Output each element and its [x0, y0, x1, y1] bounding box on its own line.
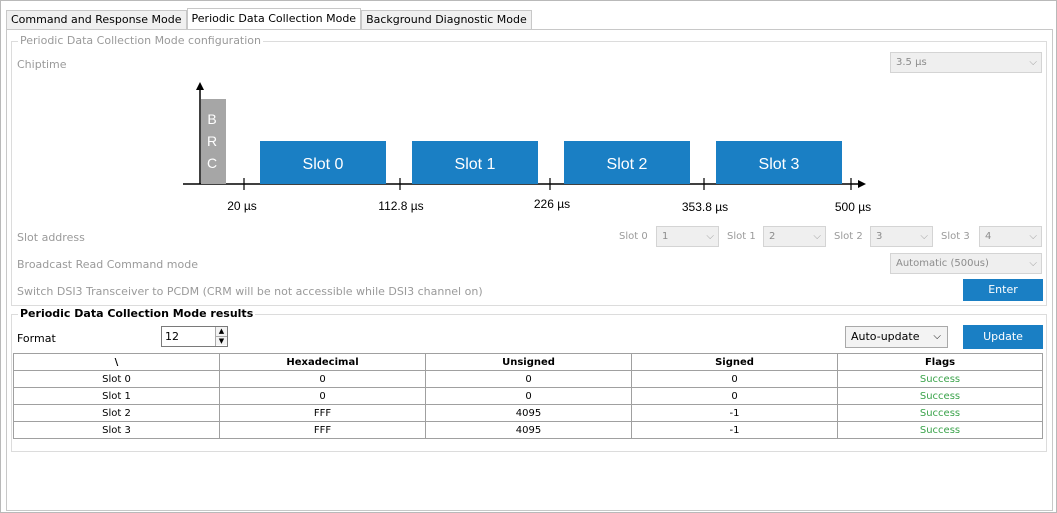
tick-label: 112.8 µs: [378, 199, 423, 213]
table-cell: -1: [631, 421, 838, 439]
table-cell: 0: [425, 387, 632, 405]
slot-bar-label: Slot 3: [759, 156, 800, 173]
chevron-down-icon: ⌵: [706, 231, 714, 242]
table-row[interactable]: Slot 0 0 0 0 Success: [13, 370, 1043, 388]
table-cell: 0: [219, 370, 426, 388]
table-header-row: \ Hexadecimal Unsigned Signed Flags: [13, 353, 1043, 371]
brc-letter: C: [207, 155, 217, 171]
tick-label: 500 µs: [835, 200, 871, 214]
table-row[interactable]: Slot 3 FFF 4095 -1 Success: [13, 421, 1043, 439]
status-flag: Success: [837, 421, 1043, 439]
status-flag: Success: [837, 387, 1043, 405]
slot-bar-label: Slot 1: [455, 156, 496, 173]
column-header: Hexadecimal: [219, 353, 426, 371]
slot-2-select[interactable]: 3 ⌵: [870, 226, 933, 247]
status-flag: Success: [837, 370, 1043, 388]
slot-3-value: 4: [985, 231, 992, 242]
tick-label: 20 µs: [227, 199, 257, 213]
enter-button[interactable]: Enter: [963, 279, 1043, 301]
chevron-down-icon: ⌵: [1029, 57, 1037, 68]
update-button[interactable]: Update: [963, 325, 1043, 349]
tab-background-diagnostic[interactable]: Background Diagnostic Mode: [361, 10, 532, 29]
results-table: \ Hexadecimal Unsigned Signed Flags Slot…: [13, 353, 1043, 439]
table-cell: 0: [631, 370, 838, 388]
slot-address-label: Slot address: [17, 231, 85, 244]
slot-bar-label: Slot 2: [607, 156, 648, 173]
slot-3-label: Slot 3: [941, 231, 970, 242]
column-header: Unsigned: [425, 353, 632, 371]
slot-0-select[interactable]: 1 ⌵: [656, 226, 719, 247]
tick-label: 226 µs: [534, 197, 570, 211]
slot-2-label: Slot 2: [834, 231, 863, 242]
table-cell: 0: [425, 370, 632, 388]
chiptime-select[interactable]: 3.5 µs ⌵: [890, 52, 1042, 73]
column-header: Signed: [631, 353, 838, 371]
slot-3-select[interactable]: 4 ⌵: [979, 226, 1042, 247]
format-spinbox[interactable]: 12 ▲ ▼: [161, 326, 228, 347]
tick-label: 353.8 µs: [682, 200, 728, 214]
update-mode-value: Auto-update: [851, 330, 920, 343]
update-mode-select[interactable]: Auto-update ⌵: [845, 326, 948, 348]
table-cell: 4095: [425, 421, 632, 439]
table-cell: Slot 0: [13, 370, 220, 388]
table-cell: FFF: [219, 404, 426, 422]
table-cell: 0: [631, 387, 838, 405]
table-cell: Slot 3: [13, 421, 220, 439]
spin-down-icon[interactable]: ▼: [216, 336, 227, 345]
slot-1-label: Slot 1: [727, 231, 756, 242]
slot-2-value: 3: [876, 231, 883, 242]
brc-mode-value: Automatic (500us): [896, 258, 989, 269]
format-value: 12: [165, 330, 179, 343]
chevron-down-icon: ⌵: [933, 331, 941, 342]
slot-bar-label: Slot 0: [303, 156, 344, 173]
chiptime-value: 3.5 µs: [896, 57, 927, 68]
brc-letter: B: [207, 111, 216, 127]
config-group-title: Periodic Data Collection Mode configurat…: [18, 34, 264, 47]
slot-1-select[interactable]: 2 ⌵: [763, 226, 826, 247]
brc-letter: R: [207, 133, 217, 149]
switch-pcdm-label: Switch DSI3 Transceiver to PCDM (CRM wil…: [17, 285, 483, 298]
format-label: Format: [17, 332, 56, 345]
brc-mode-label: Broadcast Read Command mode: [17, 258, 198, 271]
chevron-down-icon: ⌵: [1029, 231, 1037, 242]
table-cell: Slot 1: [13, 387, 220, 405]
column-header: Flags: [837, 353, 1043, 371]
tab-periodic-data-collection[interactable]: Periodic Data Collection Mode: [186, 8, 362, 29]
table-row[interactable]: Slot 2 FFF 4095 -1 Success: [13, 404, 1043, 422]
chiptime-label: Chiptime: [17, 58, 67, 71]
slot-0-label: Slot 0: [619, 231, 648, 242]
table-cell: 4095: [425, 404, 632, 422]
table-row[interactable]: Slot 1 0 0 0 Success: [13, 387, 1043, 405]
format-spin-buttons: ▲ ▼: [215, 327, 227, 346]
table-cell: FFF: [219, 421, 426, 439]
chevron-down-icon: ⌵: [813, 231, 821, 242]
results-group-title: Periodic Data Collection Mode results: [18, 307, 256, 320]
slot-0-value: 1: [662, 231, 669, 242]
chevron-down-icon: ⌵: [920, 231, 928, 242]
status-flag: Success: [837, 404, 1043, 422]
spin-up-icon[interactable]: ▲: [216, 327, 227, 336]
table-cell: -1: [631, 404, 838, 422]
tab-command-response[interactable]: Command and Response Mode: [6, 10, 187, 29]
brc-mode-select[interactable]: Automatic (500us) ⌵: [890, 253, 1042, 274]
table-cell: 0: [219, 387, 426, 405]
table-cell: Slot 2: [13, 404, 220, 422]
chevron-down-icon: ⌵: [1029, 258, 1037, 269]
column-header: \: [13, 353, 220, 371]
mode-tabs: Command and Response Mode Periodic Data …: [6, 8, 532, 30]
slot-1-value: 2: [769, 231, 776, 242]
